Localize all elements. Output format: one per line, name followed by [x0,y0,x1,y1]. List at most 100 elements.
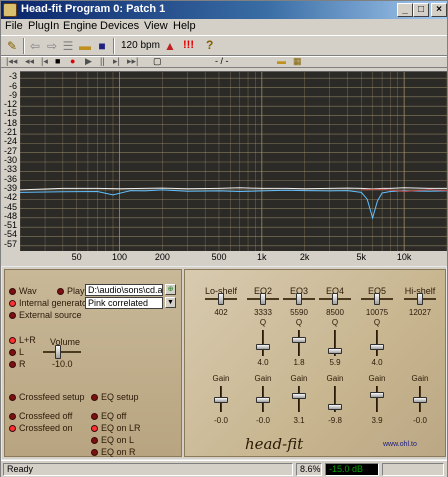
menu-engine[interactable]: Engine [63,20,97,32]
chevron-down-icon[interactable]: ▼ [165,297,176,308]
gain-slider[interactable] [214,397,228,403]
eq-off-option[interactable]: EQ off [91,411,126,421]
freq-value: 3333 [254,308,272,317]
gain-slider[interactable] [256,397,270,403]
crossfeed-on-option[interactable]: Crossfeed on [9,423,73,433]
open-folder-icon[interactable]: ▬ [77,38,93,54]
wav-option[interactable]: Wav [9,286,37,296]
gain-track [376,386,378,412]
eq-setup-button[interactable]: EQ setup [91,392,139,402]
generator-select[interactable]: Pink correlated [85,297,163,309]
q-slider[interactable] [292,336,306,343]
volume-slider[interactable] [55,345,61,359]
gain-track [298,386,300,412]
file-path-field[interactable]: D:\audio\sons\cd.au [85,284,163,296]
metronome-icon[interactable]: ▲ [162,38,178,54]
menu-help[interactable]: Help [173,20,196,32]
lr-option[interactable]: L+R [9,335,36,345]
control-panel: Wav Play D:\audio\sons\cd.au ⊕ Internal … [1,266,447,460]
crossfeed-off-option[interactable]: Crossfeed off [9,411,72,421]
volume-track [43,351,81,353]
gain-slider[interactable] [292,392,306,399]
freq-value: 10075 [365,308,389,317]
freq-slider[interactable] [218,293,224,305]
q-slider[interactable] [370,344,384,351]
source-panel: Wav Play D:\audio\sons\cd.au ⊕ Internal … [4,269,182,457]
browse-icon[interactable]: ⊕ [165,284,176,295]
freq-slider[interactable] [296,293,302,305]
rewind-icon[interactable]: ◂◂ [25,56,34,67]
play-icon[interactable]: ▶ [85,56,92,67]
brand-url[interactable]: www.ohl.to [383,441,417,448]
step-forward-icon[interactable]: ▸| [113,56,120,67]
gain-value: -0.0 [413,416,427,425]
q-track [376,330,378,356]
menu-plugin[interactable]: PlugIn [28,20,59,32]
eq-on-r-option[interactable]: EQ on R [91,447,136,457]
x-tick-label: 1k [257,252,267,262]
freq-slider[interactable] [260,293,266,305]
q-value: 4.0 [371,358,383,367]
back-arrow-icon[interactable]: ⇦ [27,38,43,54]
minimize-button[interactable]: _ [397,3,413,17]
app-icon [3,3,17,17]
y-tick-label: -57 [3,238,17,249]
pause-icon[interactable]: || [100,56,105,66]
r-led [9,361,16,368]
internal-generator-option[interactable]: Internal generator [9,298,90,308]
close-button[interactable]: × [431,3,447,17]
menu-devices[interactable]: Devices [100,20,139,32]
status-bar: Ready 8.6% -15.0 dB [1,460,447,477]
step-back-icon[interactable]: |◂ [41,56,48,67]
eq-on-lr-option[interactable]: EQ on LR [91,423,141,433]
q-slider[interactable] [256,344,270,351]
title-bar[interactable]: Head-fit Program 0: Patch 1 _ □ × [1,1,447,19]
gain-value: 3.9 [371,416,383,425]
wav-led [9,288,16,295]
status-text: Ready [3,463,293,476]
window-title: Head-fit Program 0: Patch 1 [21,3,166,15]
gain-slider[interactable] [413,397,427,403]
eq-on-lr-led [91,425,98,432]
stop-icon[interactable]: ■ [55,56,60,66]
freq-slider[interactable] [374,293,380,305]
x-tick-label: 5k [356,252,367,262]
gain-slider[interactable] [328,403,342,410]
gain-label: Gain [368,374,386,383]
external-source-option[interactable]: External source [9,310,82,320]
save-icon[interactable]: ■ [94,38,110,54]
l-option[interactable]: L [9,347,24,357]
q-slider[interactable] [328,347,342,354]
freq-value: 5590 [290,308,308,317]
folder-icon[interactable]: ▬ [277,56,286,66]
eq-on-r-led [91,449,98,456]
forward-arrow-icon[interactable]: ⇨ [44,38,60,54]
internal-generator-led [9,300,16,307]
edit-icon[interactable]: ▦ [293,56,302,67]
plugin-icon[interactable]: ✎ [4,38,20,54]
play-option[interactable]: Play [57,286,85,296]
freq-slider[interactable] [332,293,338,305]
gain-label: Gain [290,374,308,383]
bpm-display[interactable]: 120 bpm [121,40,160,51]
alert-icon[interactable]: !!! [183,39,194,51]
help-icon[interactable]: ? [206,38,213,52]
q-track [298,330,300,356]
menu-file[interactable]: File [5,20,23,32]
gain-slider[interactable] [370,391,384,398]
fast-forward-icon[interactable]: ▸▸| [127,56,138,67]
freq-value: 12027 [408,308,432,317]
r-option[interactable]: R [9,359,26,369]
list-icon[interactable]: ☰ [60,38,76,54]
lr-led [9,337,16,344]
loop-icon[interactable]: ▢ [153,56,162,67]
menu-view[interactable]: View [144,20,168,32]
eq-on-l-led [91,437,98,444]
freq-slider[interactable] [417,293,423,305]
crossfeed-setup-led [9,394,16,401]
eq-on-l-option[interactable]: EQ on L [91,435,134,445]
rewind-start-icon[interactable]: |◂◂ [6,56,17,67]
record-icon[interactable]: ● [70,56,75,66]
maximize-button[interactable]: □ [413,3,429,17]
crossfeed-setup-button[interactable]: Crossfeed setup [9,392,85,402]
